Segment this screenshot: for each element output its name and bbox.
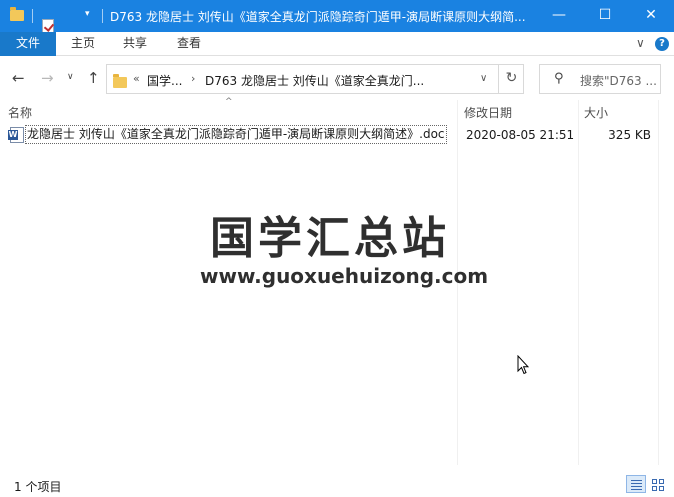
file-name[interactable]: 龙隐居士 刘传山《道家全真龙门派隐踪奇门遁甲-演局断课原则大纲简述》.doc <box>25 125 447 144</box>
search-box[interactable]: ⚲ 搜索"D763 ... <box>539 64 661 94</box>
help-icon[interactable]: ? <box>655 37 669 51</box>
column-name[interactable]: 名称 <box>8 104 32 121</box>
file-row[interactable]: 龙隐居士 刘传山《道家全真龙门派隐踪奇门遁甲-演局断课原则大纲简述》.doc 2… <box>6 124 659 146</box>
tab-file[interactable]: 文件 <box>0 32 56 56</box>
close-button[interactable]: ✕ <box>628 0 674 32</box>
breadcrumb-separator[interactable]: › <box>191 72 195 85</box>
maximize-button[interactable]: ☐ <box>582 0 628 32</box>
column-date-modified[interactable]: 修改日期 <box>464 104 512 121</box>
breadcrumb-item[interactable]: 国学... <box>147 72 182 89</box>
breadcrumb-overflow[interactable]: « <box>133 72 140 85</box>
file-modified-date: 2020-08-05 21:51 <box>466 128 575 142</box>
window-title: D763 龙隐居士 刘传山《道家全真龙门派隐踪奇门遁甲-演局断课原则大纲简... <box>110 10 526 24</box>
refresh-button[interactable]: ↻ <box>498 64 524 94</box>
folder-icon <box>113 74 127 88</box>
item-count: 1 个项目 <box>14 480 62 494</box>
quick-access-divider <box>32 9 33 23</box>
address-dropdown-icon[interactable]: ∨ <box>480 73 487 84</box>
column-headers: ^ 名称 修改日期 大小 <box>0 97 674 123</box>
column-size[interactable]: 大小 <box>584 104 608 121</box>
large-icons-view-button[interactable] <box>648 475 668 493</box>
title-bar: ▾ D763 龙隐居士 刘传山《道家全真龙门派隐踪奇门遁甲-演局断课原则大纲简.… <box>0 0 674 46</box>
watermark-url: www.guoxuehuizong.com <box>200 264 489 288</box>
watermark-title: 国学汇总站 <box>210 213 450 264</box>
tab-view[interactable]: 查看 <box>177 32 201 56</box>
breadcrumb-item[interactable]: D763 龙隐居士 刘传山《道家全真龙门... <box>205 72 424 89</box>
tab-share[interactable]: 共享 <box>123 32 147 56</box>
tab-home[interactable]: 主页 <box>71 32 95 56</box>
word-doc-icon <box>8 127 24 143</box>
details-view-button[interactable] <box>626 475 646 493</box>
minimize-button[interactable]: — <box>536 0 582 32</box>
sort-ascending-icon: ^ <box>225 97 233 107</box>
properties-icon[interactable] <box>42 19 54 33</box>
mouse-cursor-icon <box>517 355 529 375</box>
recent-locations-button[interactable]: ∨ <box>67 72 74 82</box>
back-button[interactable]: ← <box>12 69 25 87</box>
folder-icon <box>10 7 24 21</box>
column-divider <box>658 100 659 465</box>
status-bar: 1 个项目 <box>0 473 674 497</box>
forward-button[interactable]: → <box>41 69 54 87</box>
address-bar[interactable]: « 国学... › D763 龙隐居士 刘传山《道家全真龙门... ∨ <box>106 64 524 94</box>
title-divider <box>102 9 103 23</box>
file-size: 325 KB <box>608 128 651 142</box>
search-input[interactable]: 搜索"D763 ... <box>580 72 658 89</box>
search-icon: ⚲ <box>554 71 564 86</box>
up-button[interactable]: ↑ <box>87 69 100 87</box>
customize-quick-access-icon[interactable]: ▾ <box>85 9 90 19</box>
column-divider <box>578 100 579 465</box>
navigation-bar: ← → ∨ ↑ « 国学... › D763 龙隐居士 刘传山《道家全真龙门..… <box>0 57 674 97</box>
expand-ribbon-icon[interactable]: ∨ <box>636 36 645 50</box>
ribbon-tabs: 文件 主页 共享 查看 ∨ ? <box>0 32 674 56</box>
